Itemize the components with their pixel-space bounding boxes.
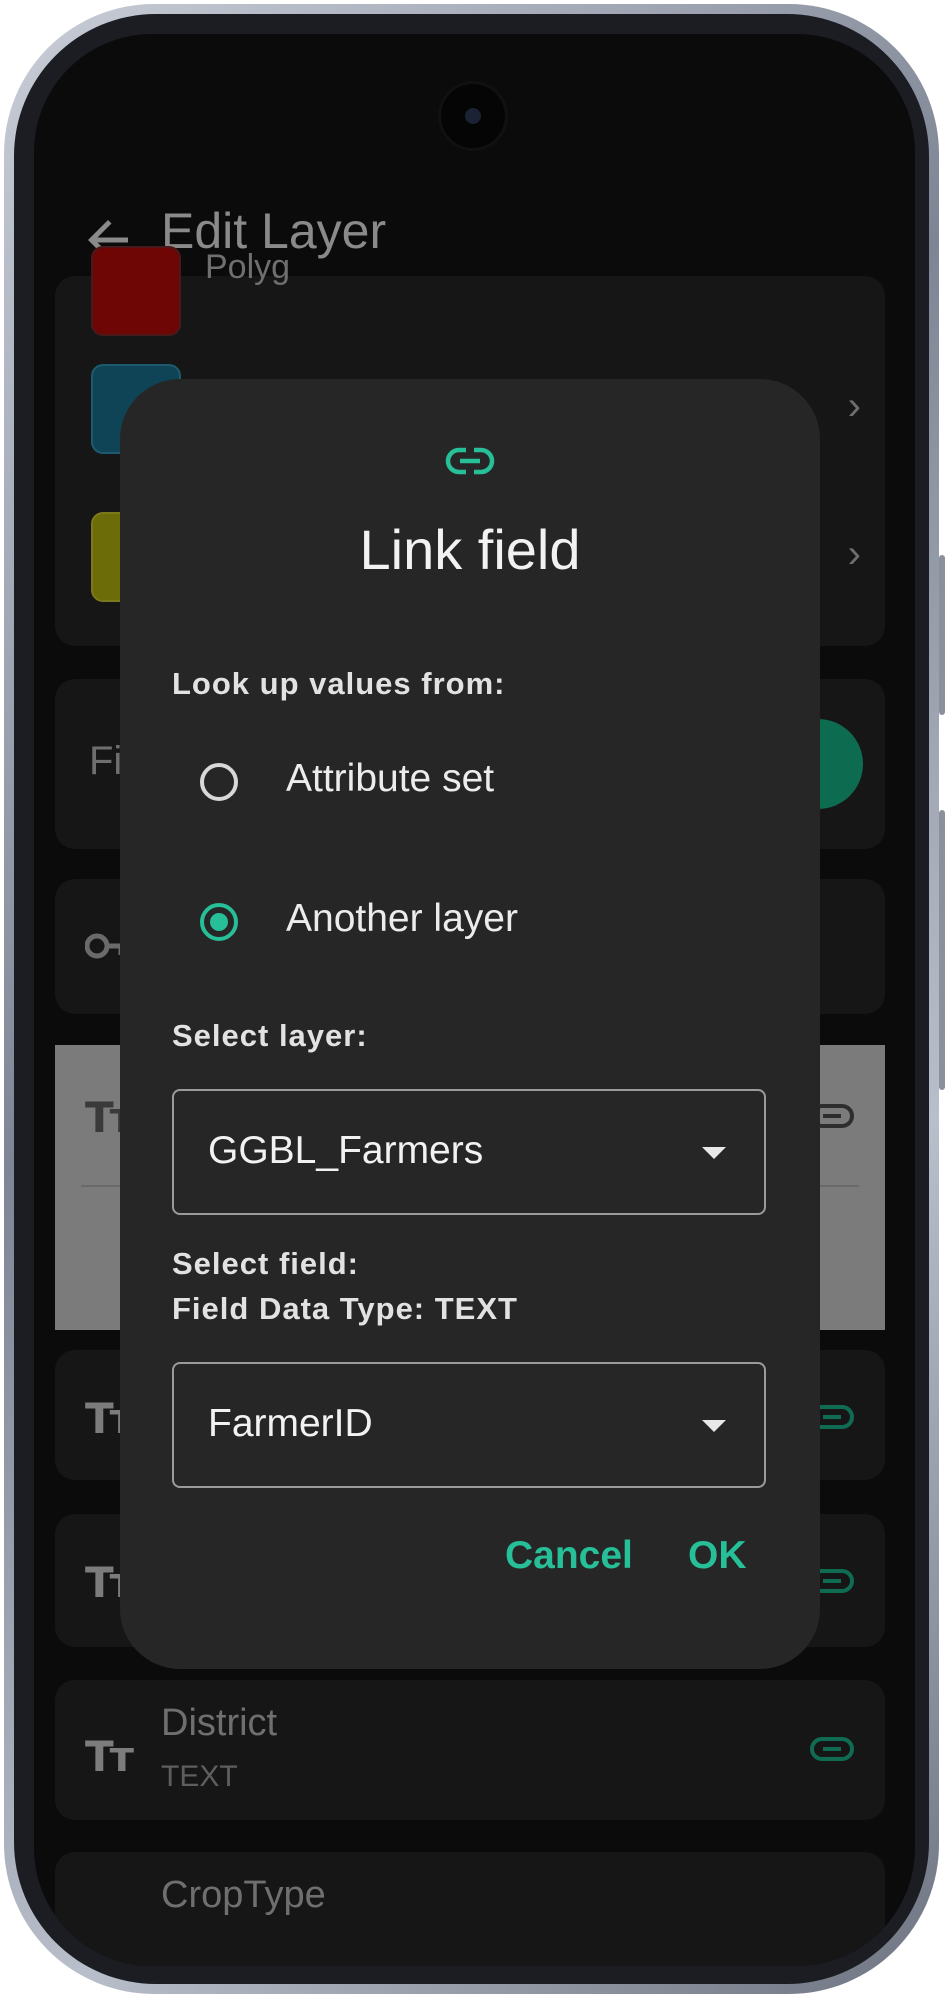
select-layer-label: Select layer: <box>172 1018 368 1053</box>
side-button-top <box>939 555 945 715</box>
field-type: TEXT <box>161 1760 238 1793</box>
field-dropdown[interactable]: FarmerID <box>172 1362 766 1488</box>
caret-down-icon <box>702 1147 726 1159</box>
layer-dropdown-value: GGBL_Farmers <box>208 1129 484 1172</box>
fields-header: Fi <box>89 739 123 783</box>
radio-button-checked[interactable] <box>200 903 238 941</box>
layer-dropdown[interactable]: GGBL_Farmers <box>172 1089 766 1215</box>
select-field-label: Select field: <box>172 1246 359 1281</box>
radio-option-another-layer[interactable]: Another layer <box>200 885 760 965</box>
dialog-title: Link field <box>359 518 581 581</box>
text-type-icon: Tт <box>85 1732 134 1781</box>
style-swatch-red[interactable] <box>91 246 181 336</box>
field-name: District <box>161 1702 278 1744</box>
screen: Edit Layer Polyg › › Fi Tт Tт Tт Tт Dist… <box>34 34 915 1966</box>
radio-label: Attribute set <box>286 757 495 800</box>
lookup-label: Look up values from: <box>172 666 506 701</box>
cancel-button[interactable]: Cancel <box>505 1534 633 1578</box>
field-dropdown-value: FarmerID <box>208 1402 373 1445</box>
caret-down-icon <box>702 1420 726 1432</box>
field-name: CropType <box>161 1874 326 1916</box>
field-row-croptype[interactable]: CropType <box>55 1852 885 1966</box>
link-field-dialog: Link field Look up values from: Attribut… <box>120 379 820 1669</box>
link-icon <box>445 447 495 475</box>
ok-button[interactable]: OK <box>688 1534 747 1578</box>
field-row-district[interactable]: Tт District TEXT <box>55 1680 885 1820</box>
front-camera <box>441 84 505 148</box>
radio-button[interactable] <box>200 763 238 801</box>
radio-option-attribute-set[interactable]: Attribute set <box>200 745 760 825</box>
link-icon[interactable] <box>809 1736 855 1762</box>
side-button-bottom <box>939 810 945 1090</box>
chevron-right-icon[interactable]: › <box>848 532 861 577</box>
style-label: Polyg <box>205 248 291 286</box>
radio-label: Another layer <box>286 897 518 940</box>
field-type-label: Field Data Type: TEXT <box>172 1291 518 1326</box>
chevron-right-icon[interactable]: › <box>848 384 861 429</box>
